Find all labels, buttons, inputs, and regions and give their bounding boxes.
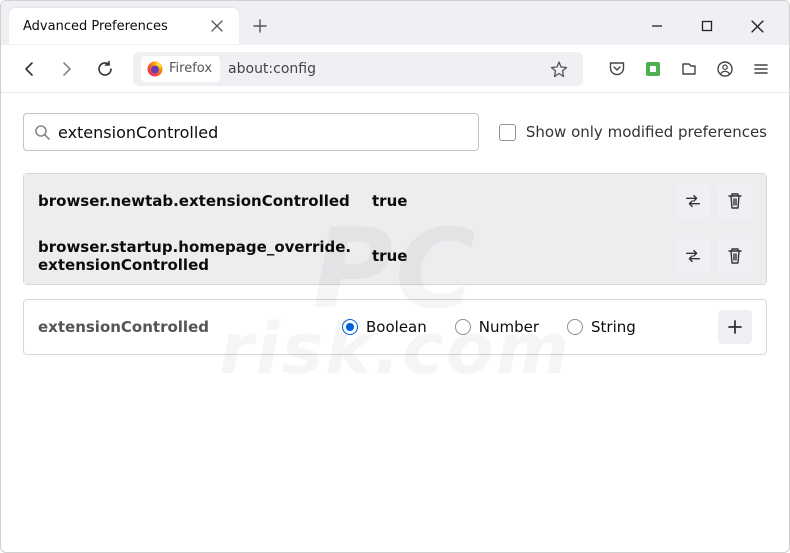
toggle-button[interactable] [676, 184, 710, 218]
pref-name: browser.startup.homepage_override.extens… [38, 238, 358, 274]
downloads-icon[interactable] [673, 53, 705, 85]
radio-icon [342, 319, 358, 335]
delete-button[interactable] [718, 239, 752, 273]
back-button[interactable] [13, 53, 45, 85]
add-pref-button[interactable] [718, 310, 752, 344]
new-pref-name: extensionControlled [38, 318, 328, 336]
maximize-icon[interactable] [693, 12, 721, 40]
close-window-icon[interactable] [743, 12, 771, 40]
type-option-label: Number [479, 318, 539, 336]
account-icon[interactable] [709, 53, 741, 85]
pref-actions [676, 184, 752, 218]
firefox-logo-icon [147, 61, 163, 77]
new-tab-button[interactable] [245, 11, 275, 41]
type-option-label: Boolean [366, 318, 427, 336]
minimize-icon[interactable] [643, 12, 671, 40]
browser-tab[interactable]: Advanced Preferences [9, 8, 239, 44]
search-input[interactable] [58, 123, 468, 142]
pocket-icon[interactable] [601, 53, 633, 85]
show-modified-checkbox[interactable]: Show only modified preferences [499, 123, 767, 141]
type-options: Boolean Number String [342, 318, 704, 336]
forward-button[interactable] [51, 53, 83, 85]
pref-table: browser.newtab.extensionControlled true … [23, 173, 767, 285]
radio-icon [567, 319, 583, 335]
type-option-number[interactable]: Number [455, 318, 539, 336]
extension-icon[interactable] [637, 53, 669, 85]
pref-search-box[interactable] [23, 113, 479, 151]
pref-row[interactable]: browser.startup.homepage_override.extens… [24, 228, 766, 284]
search-row: Show only modified preferences [23, 113, 767, 151]
toolbar-right-icons [601, 53, 777, 85]
search-icon [34, 124, 50, 140]
new-pref-row-container: extensionControlled Boolean Number Strin… [23, 299, 767, 355]
address-bar[interactable]: Firefox about:config [133, 52, 583, 86]
radio-icon [455, 319, 471, 335]
titlebar: Advanced Preferences [1, 1, 789, 45]
pref-value: true [372, 247, 662, 265]
delete-button[interactable] [718, 184, 752, 218]
checkbox-icon [499, 124, 516, 141]
new-pref-row: extensionControlled Boolean Number Strin… [24, 300, 766, 354]
menu-icon[interactable] [745, 53, 777, 85]
type-option-label: String [591, 318, 636, 336]
window-controls [643, 12, 789, 40]
site-identity[interactable]: Firefox [141, 56, 220, 82]
pref-row[interactable]: browser.newtab.extensionControlled true [24, 174, 766, 228]
close-tab-icon[interactable] [205, 14, 229, 38]
toggle-button[interactable] [676, 239, 710, 273]
site-identity-label: Firefox [169, 61, 212, 76]
url-text: about:config [228, 61, 543, 77]
tab-title: Advanced Preferences [23, 19, 168, 34]
reload-button[interactable] [89, 53, 121, 85]
pref-value: true [372, 192, 662, 210]
pref-actions [676, 239, 752, 273]
bookmark-star-icon[interactable] [543, 53, 575, 85]
pref-name: browser.newtab.extensionControlled [38, 192, 358, 210]
about-config-page: Show only modified preferences browser.n… [1, 93, 789, 552]
type-option-boolean[interactable]: Boolean [342, 318, 427, 336]
type-option-string[interactable]: String [567, 318, 636, 336]
new-pref-actions [718, 310, 752, 344]
browser-toolbar: Firefox about:config [1, 45, 789, 93]
show-modified-label: Show only modified preferences [526, 123, 767, 141]
